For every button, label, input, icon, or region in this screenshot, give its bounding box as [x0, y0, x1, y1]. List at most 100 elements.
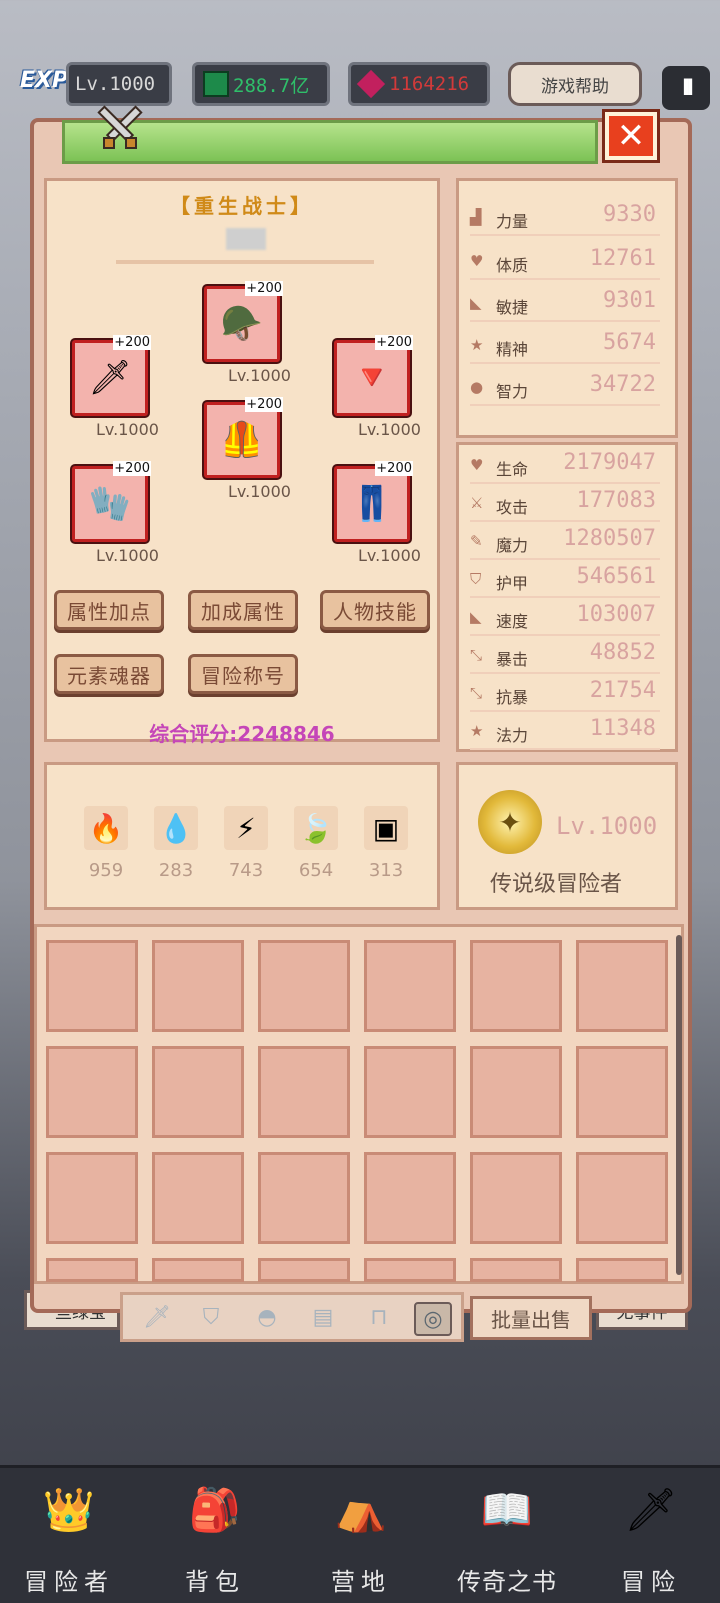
- attribute-points-label: 属性加点: [67, 599, 151, 624]
- bulk-sell-label: 批量出售: [491, 1307, 571, 1332]
- stat-label: 暴击: [496, 650, 529, 669]
- inventory-slot[interactable]: [364, 940, 456, 1032]
- magic-icon: ✎: [470, 532, 483, 550]
- attack-icon: ⚔: [470, 494, 484, 512]
- inventory-slot[interactable]: [258, 1046, 350, 1138]
- equip-slot-armor[interactable]: 🦺 +200: [204, 397, 283, 478]
- equip-slot-helmet[interactable]: 🪖 +200: [204, 281, 283, 362]
- level-text: Lv.1000: [75, 73, 156, 95]
- helmet-icon: 🪖: [220, 304, 264, 344]
- lightning-element-value: 743: [228, 860, 264, 881]
- inventory-slot[interactable]: [152, 1258, 244, 1282]
- pause-button[interactable]: II: [662, 66, 710, 110]
- inventory-slot[interactable]: [152, 1046, 244, 1138]
- stat-label: 魔力: [496, 536, 529, 555]
- inventory-slot[interactable]: [576, 1258, 668, 1282]
- emerald-icon: [203, 71, 229, 97]
- bonus-attributes-label: 加成属性: [201, 599, 285, 624]
- filter-shield-icon[interactable]: ⛉: [194, 1302, 228, 1332]
- leggings-icon: 👖: [350, 484, 394, 524]
- stat-value: 103007: [576, 602, 656, 627]
- inventory-slot[interactable]: [364, 1152, 456, 1244]
- filter-helmet-icon[interactable]: ◓: [250, 1302, 284, 1332]
- spirit-icon: ★: [470, 336, 484, 354]
- nav-legend-book[interactable]: 📖 传奇之书: [452, 1480, 562, 1600]
- filter-ring-icon[interactable]: ◎: [414, 1302, 452, 1336]
- equip-slot-weapon[interactable]: 🗡 +200: [72, 335, 151, 416]
- equip-slot-gloves[interactable]: 🧤 +200: [72, 461, 151, 542]
- mana-icon: ★: [470, 722, 484, 740]
- stat-value: 5674: [603, 330, 656, 355]
- close-button[interactable]: ✕: [605, 112, 657, 160]
- inventory-slot[interactable]: [470, 1046, 562, 1138]
- nav-camp[interactable]: ⛺ 营地: [306, 1480, 416, 1600]
- nav-label: 营地: [331, 1568, 391, 1596]
- crit-icon: ⤡: [470, 646, 483, 664]
- inventory-slot[interactable]: [46, 1152, 138, 1244]
- nav-label: 冒险: [621, 1568, 681, 1596]
- fire-element-value: 959: [88, 860, 124, 881]
- character-skills-label: 人物技能: [333, 599, 417, 624]
- bonus-attributes-button[interactable]: 加成属性: [188, 590, 298, 630]
- inventory-slot[interactable]: [576, 1152, 668, 1244]
- equip-slot-amulet[interactable]: 🔻 +200: [334, 335, 413, 416]
- stat-label: 生命: [496, 460, 529, 479]
- inventory-slot[interactable]: [152, 1152, 244, 1244]
- inventory-slot[interactable]: [46, 1258, 138, 1282]
- equip-level: Lv.1000: [96, 420, 159, 439]
- red-currency-text: 1164216: [389, 73, 470, 95]
- backpack-icon: 🎒: [188, 1485, 242, 1534]
- stat-label: 攻击: [496, 498, 529, 517]
- stat-row: ★ 精神 5674: [470, 330, 660, 364]
- inventory-slot[interactable]: [576, 1046, 668, 1138]
- nav-adventure[interactable]: 🗡 冒险: [596, 1480, 706, 1600]
- stat-label: 敏捷: [496, 298, 529, 317]
- inventory-slot[interactable]: [258, 1258, 350, 1282]
- inventory-slot[interactable]: [470, 940, 562, 1032]
- filter-legs-icon[interactable]: ⊓: [362, 1302, 396, 1332]
- enhance-level: +200: [375, 335, 413, 350]
- stat-value: 546561: [576, 564, 656, 589]
- stat-label: 力量: [496, 212, 529, 231]
- gloves-icon: 🧤: [88, 484, 132, 524]
- stat-row: ▟ 力量 9330: [470, 202, 660, 236]
- nav-label: 冒险者: [24, 1568, 114, 1596]
- dark-element-value: 313: [368, 860, 404, 881]
- inventory-scrollbar[interactable]: [676, 935, 682, 1275]
- bulk-sell-button[interactable]: 批量出售: [470, 1296, 592, 1340]
- stat-value: 21754: [589, 678, 656, 703]
- stat-value: 12761: [589, 246, 656, 271]
- inventory-slot[interactable]: [258, 1152, 350, 1244]
- enhance-level: +200: [245, 281, 283, 296]
- inventory-slot[interactable]: [364, 1258, 456, 1282]
- legend-rank-emblem-icon: ✦: [478, 790, 542, 854]
- stat-value: 177083: [576, 488, 656, 513]
- equip-slot-leggings[interactable]: 👖 +200: [334, 461, 413, 542]
- character-skills-button[interactable]: 人物技能: [320, 590, 430, 630]
- inventory-slot[interactable]: [364, 1046, 456, 1138]
- help-button[interactable]: 游戏帮助: [508, 62, 642, 106]
- inventory-slot[interactable]: [152, 940, 244, 1032]
- help-label: 游戏帮助: [541, 76, 609, 97]
- filter-armor-icon[interactable]: ▤: [306, 1302, 340, 1332]
- attribute-points-button[interactable]: 属性加点: [54, 590, 164, 630]
- inventory-slot[interactable]: [258, 940, 350, 1032]
- red-currency-display: 1164216: [348, 62, 490, 106]
- inventory-slot[interactable]: [576, 940, 668, 1032]
- water-element-icon: 💧: [154, 806, 198, 850]
- inventory-slot[interactable]: [470, 1258, 562, 1282]
- filter-weapon-icon[interactable]: 🗡: [140, 1302, 174, 1332]
- speed-icon: ◣: [470, 608, 482, 626]
- nav-adventurer[interactable]: 👑 冒险者: [14, 1480, 124, 1600]
- green-currency-text: 288.7亿: [233, 74, 310, 97]
- inventory-slot[interactable]: [470, 1152, 562, 1244]
- adventure-title-button[interactable]: 冒险称号: [188, 654, 298, 694]
- inventory-slot[interactable]: [46, 1046, 138, 1138]
- nav-backpack[interactable]: 🎒 背包: [160, 1480, 270, 1600]
- amulet-icon: 🔻: [350, 358, 394, 398]
- fire-element-icon: 🔥: [84, 806, 128, 850]
- rank-title: 传说级冒险者: [489, 872, 622, 897]
- stat-value: 11348: [589, 716, 656, 741]
- inventory-slot[interactable]: [46, 940, 138, 1032]
- element-soul-button[interactable]: 元素魂器: [54, 654, 164, 694]
